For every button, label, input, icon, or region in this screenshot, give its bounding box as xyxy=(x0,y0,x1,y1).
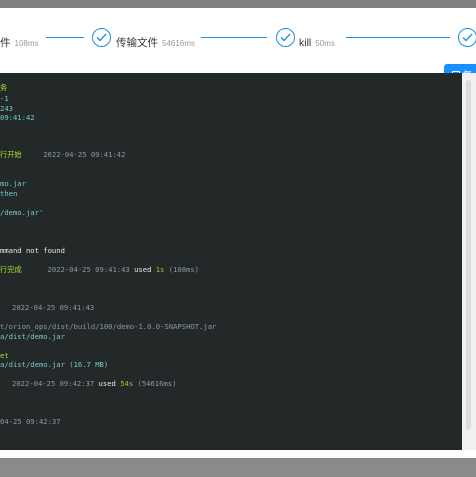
log-line: mo.jar xyxy=(0,179,26,188)
log-terminal[interactable]: 务 -1 243 09:41:42 行开始 2022-04-25 09:41:4… xyxy=(0,73,462,450)
step-connector xyxy=(346,37,450,39)
scrollbar-thumb[interactable] xyxy=(466,80,471,430)
check-circle-icon xyxy=(92,28,111,47)
step-1-duration: 108ms xyxy=(14,39,39,48)
log-timestamp: 2022-04-25 09:42:37 xyxy=(12,379,95,388)
step-3-duration: 50ms xyxy=(315,39,335,48)
step-3: kill 50ms xyxy=(299,34,335,52)
step-2: 传输文件 54616ms xyxy=(116,34,195,52)
log-token: 1s xyxy=(155,265,165,274)
step-1: 件 108ms xyxy=(0,34,39,52)
log-line: 09:41:42 xyxy=(0,113,35,122)
step-connector xyxy=(201,37,267,39)
log-token: used xyxy=(134,265,152,274)
log-line: a/dist/demo.jar (16.7 MB) xyxy=(0,360,109,369)
log-line: 务 xyxy=(0,83,8,92)
step-progress: 件108ms 传输文件54616ms kill50ms 复 xyxy=(0,8,476,86)
log-line: /demo.jar' xyxy=(0,208,44,217)
log-line: et xyxy=(0,351,9,360)
log-token: (108ms) xyxy=(168,265,200,274)
log-line: 04-25 09:42:37 xyxy=(0,417,61,426)
log-line: then xyxy=(0,189,18,198)
log-line: 行完成 2022-04-25 09:41:43 used 1s (108ms) xyxy=(0,265,199,275)
log-timestamp: 2022-04-25 09:41:42 xyxy=(43,150,126,159)
log-line: -1 xyxy=(0,94,9,103)
log-line: a/dist/demo.jar xyxy=(0,332,65,341)
log-line: t/orion_ops/dist/build/100/demo-1.0.0-SN… xyxy=(0,322,217,331)
window-frame-bottom xyxy=(0,458,476,477)
log-token: 行开始 xyxy=(0,150,22,159)
log-line: 2022-04-25 09:42:37 used 54s (54616ms) xyxy=(12,379,176,388)
step-1-label: 件 xyxy=(0,37,11,49)
window-frame-top xyxy=(0,0,476,8)
step-connector xyxy=(46,37,84,39)
step-2-duration: 54616ms xyxy=(162,39,195,48)
log-token: (54616ms) xyxy=(137,379,177,388)
step-2-label: 传输文件 xyxy=(116,37,158,49)
log-line: 243 xyxy=(0,104,13,113)
check-circle-icon xyxy=(458,28,476,47)
check-circle-icon xyxy=(276,28,295,47)
log-token: 行完成 xyxy=(0,265,22,274)
step-3-label: kill xyxy=(299,37,312,49)
log-token: used xyxy=(98,379,116,388)
log-line: 2022-04-25 09:41:43 xyxy=(12,303,95,312)
log-timestamp: 2022-04-25 09:41:43 xyxy=(47,265,130,274)
log-line: 行开始 2022-04-25 09:41:42 xyxy=(0,150,125,160)
log-token: 54s xyxy=(120,379,134,388)
log-line: mmand not found xyxy=(0,246,65,255)
